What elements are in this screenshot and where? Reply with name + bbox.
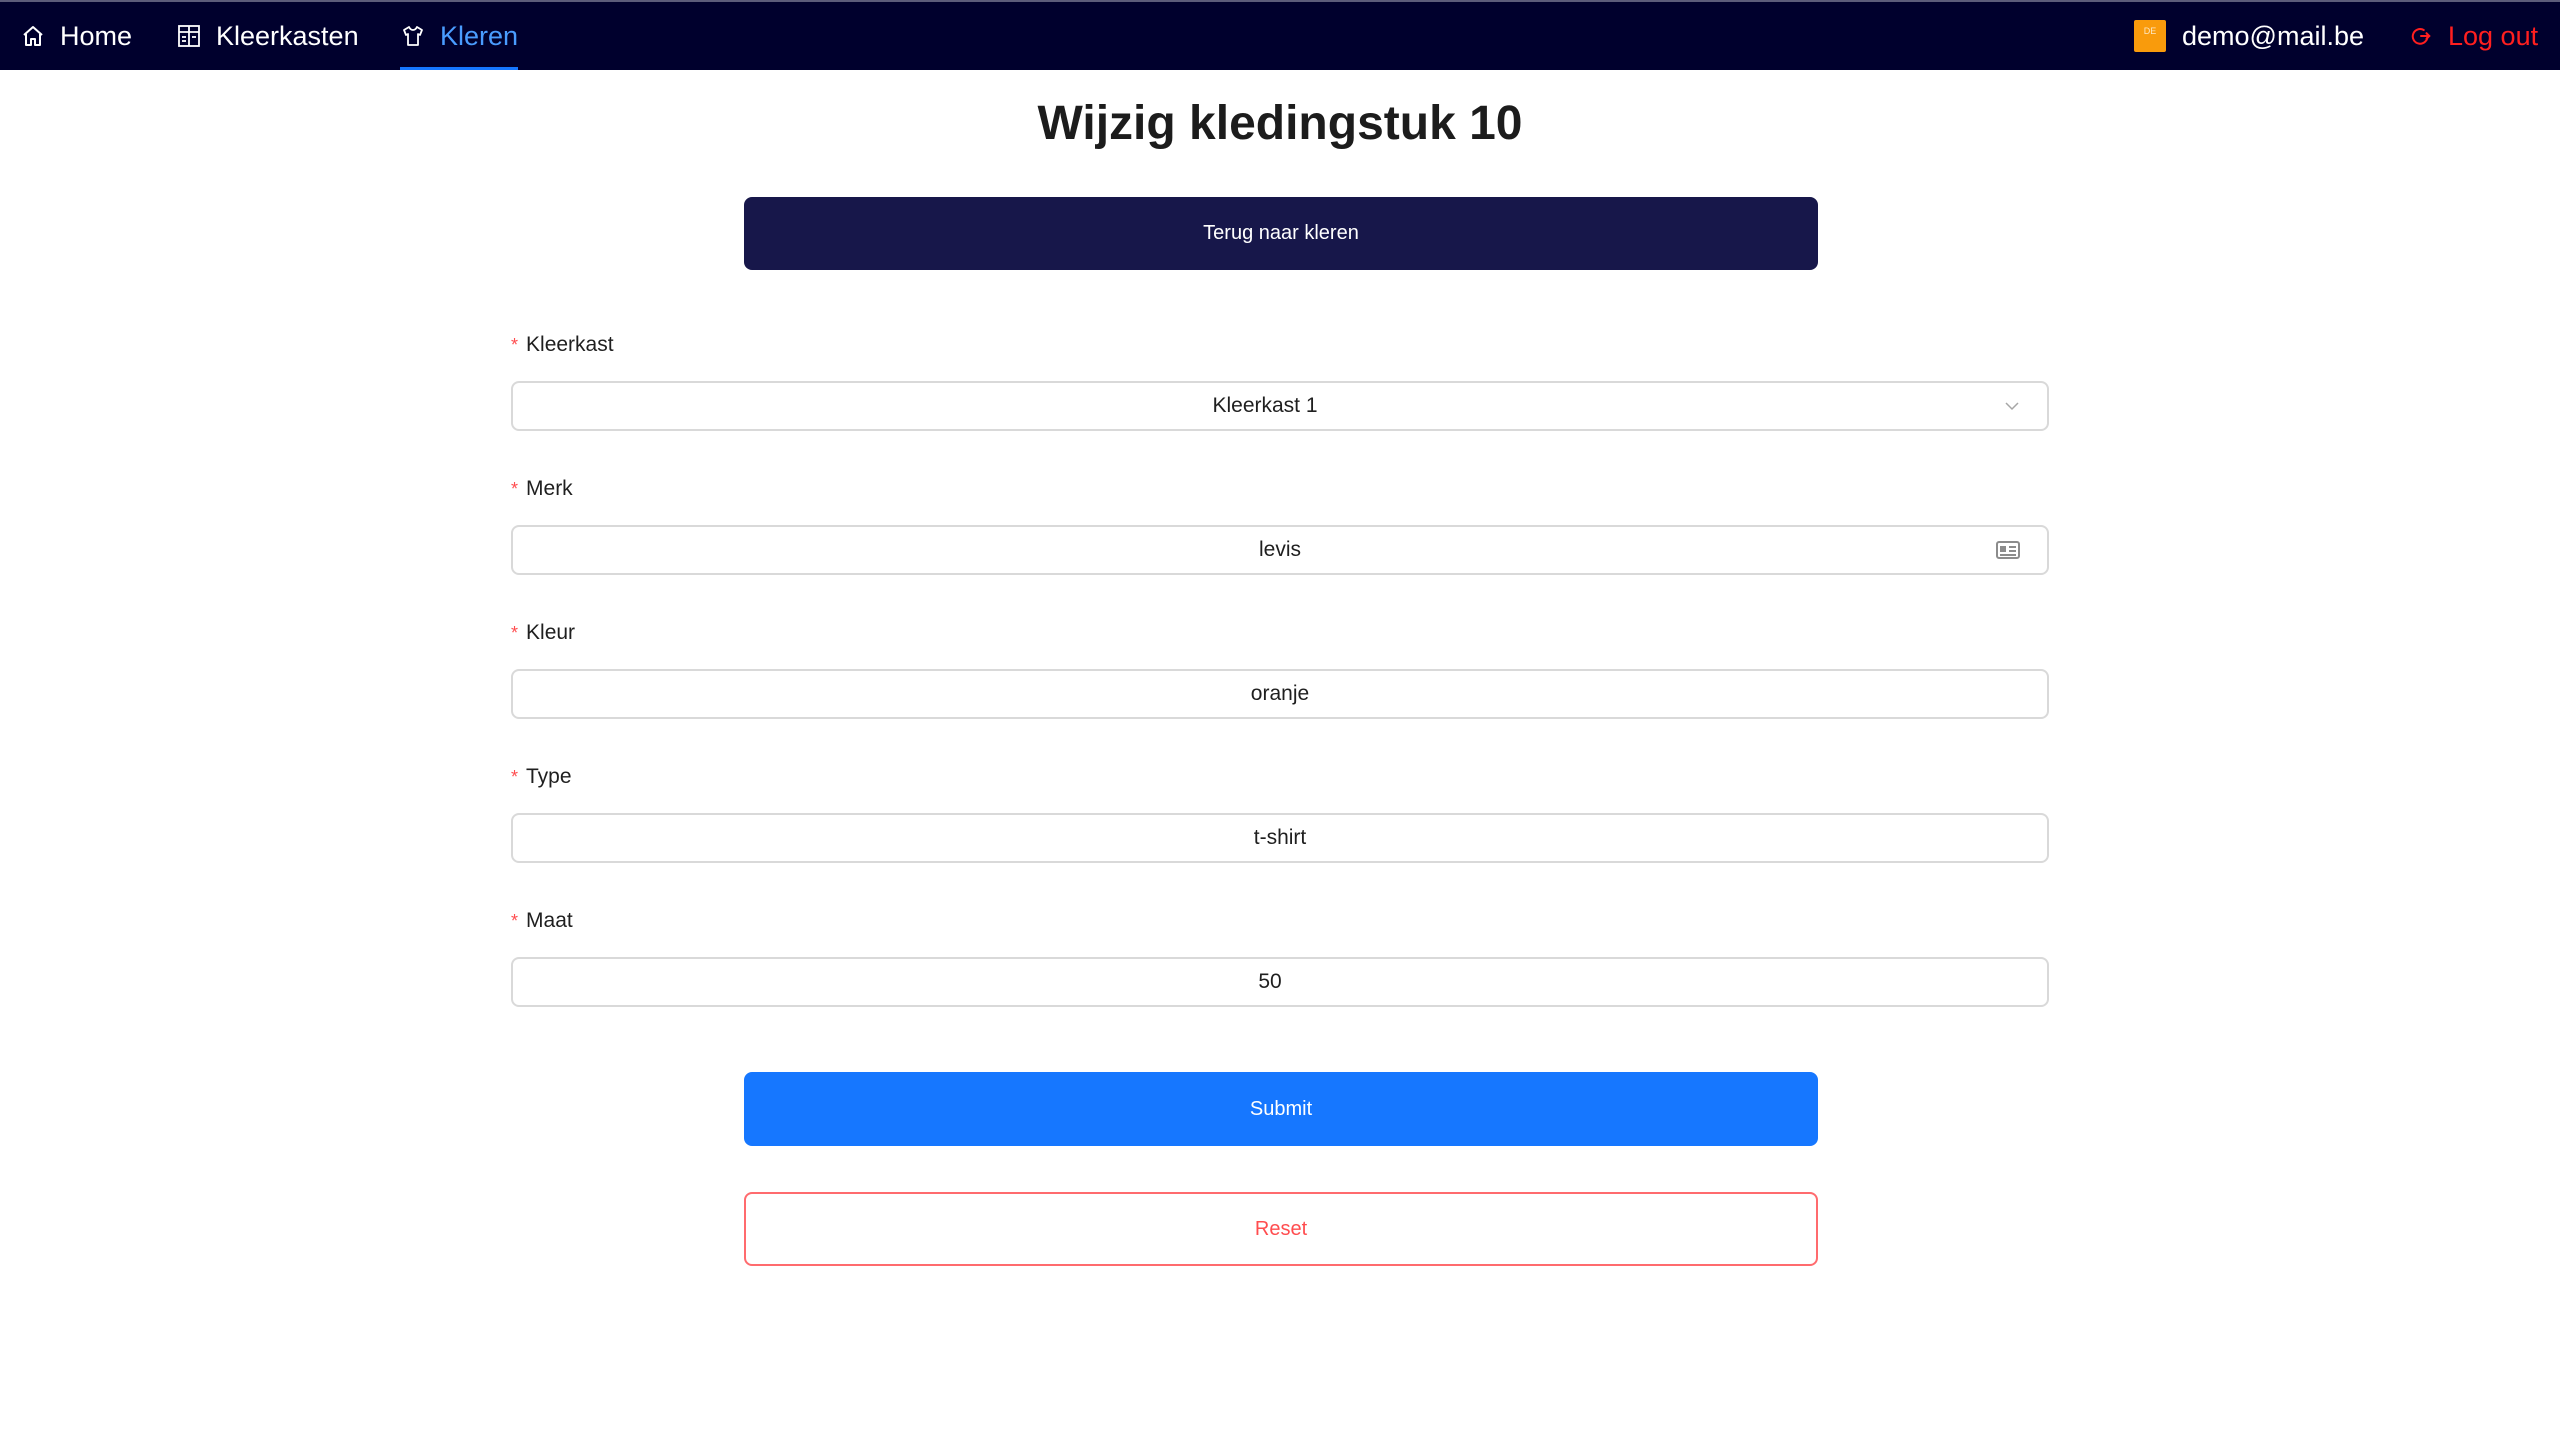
merk-input[interactable] bbox=[513, 527, 2047, 573]
required-mark: * bbox=[511, 766, 519, 787]
required-mark: * bbox=[511, 334, 519, 355]
kleerkast-selected-value: Kleerkast 1 bbox=[1212, 394, 1318, 417]
kleur-input[interactable] bbox=[513, 671, 2047, 717]
user-info: DE demo@mail.be bbox=[2134, 2, 2364, 70]
kleerkast-select[interactable]: Kleerkast 1 bbox=[511, 381, 2049, 431]
wardrobe-icon bbox=[176, 23, 202, 49]
nav-home[interactable]: Home bbox=[20, 2, 132, 70]
shirt-icon bbox=[400, 23, 426, 49]
maat-label: * Maat bbox=[511, 909, 573, 933]
maat-label-text: Maat bbox=[526, 909, 573, 932]
kleerkast-label-text: Kleerkast bbox=[526, 333, 614, 356]
back-to-kleren-button[interactable]: Terug naar kleren bbox=[744, 197, 1818, 270]
home-icon bbox=[20, 23, 46, 49]
user-email: demo@mail.be bbox=[2182, 20, 2364, 51]
nav-kleerkasten-label: Kleerkasten bbox=[216, 20, 359, 51]
submit-button[interactable]: Submit bbox=[744, 1072, 1818, 1146]
page-title: Wijzig kledingstuk 10 bbox=[1037, 97, 1523, 150]
maat-input[interactable] bbox=[513, 959, 2047, 1005]
type-label: * Type bbox=[511, 765, 572, 789]
required-mark: * bbox=[511, 478, 519, 499]
logout-button[interactable]: Log out bbox=[2408, 2, 2538, 70]
merk-field bbox=[511, 525, 2049, 575]
kleur-label: * Kleur bbox=[511, 621, 575, 645]
top-navbar: Home Kleerkasten Kleren DE demo@mail.be bbox=[0, 0, 2560, 70]
maat-field bbox=[511, 957, 2049, 1007]
required-mark: * bbox=[511, 622, 519, 643]
logout-label: Log out bbox=[2448, 20, 2539, 51]
reset-button[interactable]: Reset bbox=[744, 1192, 1818, 1266]
merk-label: * Merk bbox=[511, 477, 573, 501]
required-mark: * bbox=[511, 910, 519, 931]
nav-kleren-label: Kleren bbox=[440, 20, 519, 51]
type-input[interactable] bbox=[513, 815, 2047, 861]
type-field bbox=[511, 813, 2049, 863]
kleerkast-label: * Kleerkast bbox=[511, 333, 614, 357]
type-label-text: Type bbox=[526, 765, 572, 788]
contact-card-icon[interactable] bbox=[1995, 539, 2021, 561]
kleur-field bbox=[511, 669, 2049, 719]
avatar: DE bbox=[2134, 20, 2166, 52]
logout-icon bbox=[2408, 23, 2434, 49]
nav-kleren[interactable]: Kleren bbox=[400, 2, 519, 70]
kleur-label-text: Kleur bbox=[526, 621, 576, 644]
nav-kleerkasten[interactable]: Kleerkasten bbox=[176, 2, 359, 70]
nav-home-label: Home bbox=[60, 20, 133, 51]
chevron-down-icon bbox=[2003, 397, 2021, 415]
merk-label-text: Merk bbox=[526, 477, 573, 500]
